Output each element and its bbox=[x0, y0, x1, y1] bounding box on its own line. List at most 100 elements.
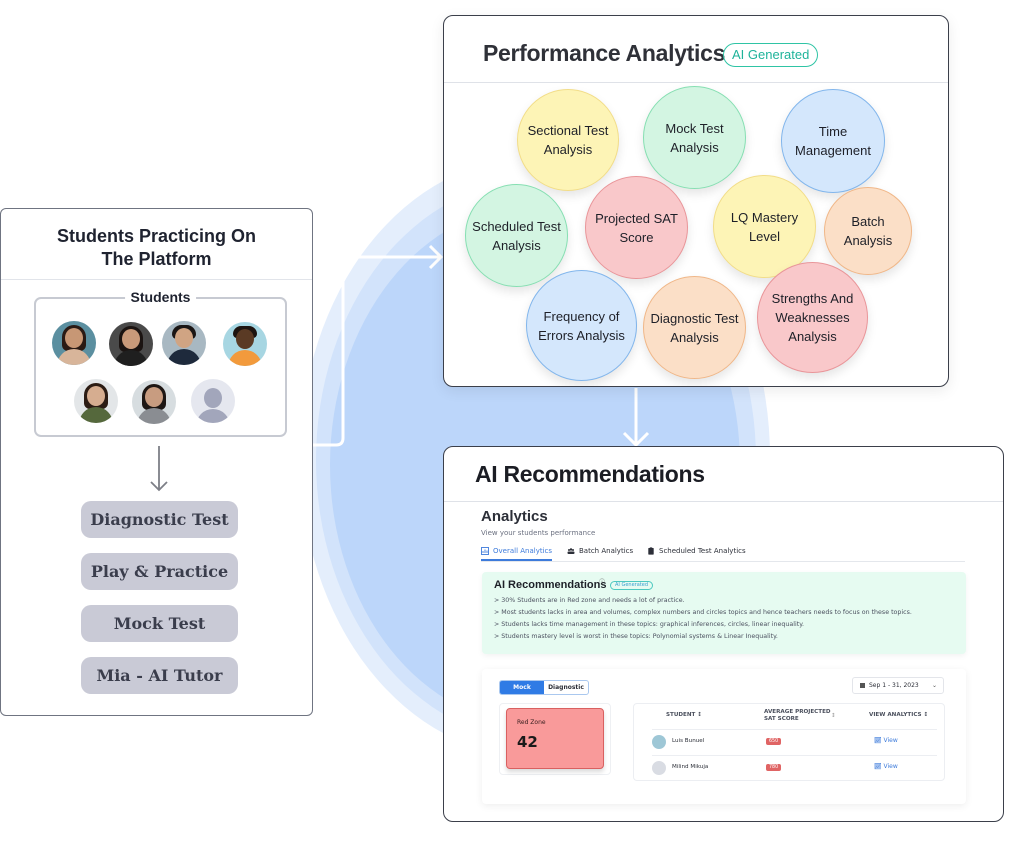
ai-recommendations-title: AI Recommendations bbox=[475, 461, 705, 487]
students-panel-title: Students Practicing On The Platform bbox=[1, 225, 312, 271]
tab-overall-analytics[interactable]: Overall Analytics bbox=[481, 547, 553, 561]
performance-analytics-title: Performance Analytics bbox=[483, 40, 726, 66]
ai-box-title: AI Recommendations bbox=[494, 579, 607, 591]
recommendation-line: > Most students lacks in area and volume… bbox=[494, 609, 912, 616]
divider bbox=[444, 82, 948, 83]
tab-label: Scheduled Test Analytics bbox=[659, 547, 746, 555]
table-row: Milind Mikuja 780 📈︎ View bbox=[652, 756, 937, 780]
bubble-mock-test-analysis[interactable]: Mock Test Analysis bbox=[643, 86, 746, 189]
bubble-label: Analysis bbox=[492, 237, 541, 253]
view-label: View bbox=[883, 763, 898, 770]
clipboard-icon bbox=[648, 547, 654, 555]
bubble-label: Analysis bbox=[843, 233, 893, 248]
column-header-view-analytics[interactable]: VIEW ANALYTICS ↕ bbox=[869, 712, 928, 719]
student-avatar-3[interactable] bbox=[162, 321, 206, 365]
ai-generated-badge: AI Generated bbox=[723, 43, 819, 67]
date-range-value: Sep 1 - 31, 2023 bbox=[869, 682, 919, 689]
chart-icon bbox=[481, 547, 489, 555]
bubble-projected-sat-score[interactable]: Projected SAT Score bbox=[585, 176, 688, 279]
bubble-diagnostic-test-analysis[interactable]: Diagnostic Test Analysis bbox=[643, 276, 746, 379]
chevron-down-icon: ⌄ bbox=[931, 682, 937, 689]
diagram-canvas: Students Practicing On The Platform Stud… bbox=[0, 0, 1024, 850]
bubble-frequency-of-errors-analysis[interactable]: Frequency of Errors Analysis bbox=[526, 270, 637, 381]
tab-batch-analytics[interactable]: Batch Analytics bbox=[567, 547, 633, 555]
zone-card-wrapper: Red Zone 42 bbox=[499, 703, 611, 775]
bubble-label: Analysis bbox=[670, 139, 719, 155]
performance-analytics-panel: Performance Analytics AI Generated Secti… bbox=[443, 15, 949, 387]
view-analytics-link[interactable]: 📈︎ View bbox=[874, 737, 898, 744]
title-line-1: Students Practicing On bbox=[56, 226, 257, 246]
column-header-student[interactable]: STUDENT ↕ bbox=[666, 712, 702, 719]
bubble-label: Analysis bbox=[788, 329, 837, 344]
ai-generated-badge-small: AI Generated bbox=[610, 581, 654, 590]
bubble-label: LQ Mastery bbox=[730, 209, 799, 225]
bubble-label: Score bbox=[619, 229, 654, 245]
avatar bbox=[652, 761, 666, 775]
bubble-sectional-test-analysis[interactable]: Sectional Test Analysis bbox=[517, 89, 619, 191]
score-badge: 650 bbox=[766, 738, 782, 745]
diagnostic-test-button[interactable]: Diagnostic Test bbox=[81, 501, 238, 538]
bubble-label: Errors Analysis bbox=[538, 327, 625, 343]
toggle-diagnostic[interactable]: Diagnostic bbox=[544, 681, 588, 694]
bubble-batch-analysis[interactable]: Batch Analysis bbox=[824, 187, 912, 275]
info-icon[interactable]: ⓘ bbox=[599, 577, 605, 586]
avatar bbox=[652, 735, 666, 749]
student-avatar-2[interactable] bbox=[109, 322, 153, 366]
bubble-time-management[interactable]: Time Management bbox=[781, 89, 885, 193]
students-table: STUDENT ↕ AVERAGE PROJECTED SAT SCORE ↕ … bbox=[633, 703, 945, 781]
recommendation-line: > Students mastery level is worst in the… bbox=[494, 633, 778, 640]
score-badge: 780 bbox=[766, 764, 782, 771]
column-header-avg-score[interactable]: AVERAGE PROJECTED SAT SCORE bbox=[764, 709, 831, 723]
bubble-label: Scheduled Test bbox=[472, 218, 561, 234]
bubble-label: Weaknesses bbox=[775, 310, 850, 325]
view-analytics-link[interactable]: 📈︎ View bbox=[874, 763, 898, 770]
bubble-scheduled-test-analysis[interactable]: Scheduled Test Analysis bbox=[465, 184, 568, 287]
student-avatar-default[interactable] bbox=[191, 379, 235, 423]
student-avatar-6[interactable] bbox=[132, 380, 176, 424]
mock-test-button[interactable]: Mock Test bbox=[81, 605, 238, 642]
students-group-label: Students bbox=[124, 289, 197, 305]
bubble-label: Strengths And bbox=[771, 291, 854, 306]
bubble-label: Analysis bbox=[543, 142, 593, 157]
toggle-mock[interactable]: Mock bbox=[500, 681, 544, 694]
student-avatar-5[interactable] bbox=[74, 379, 118, 423]
recommendation-line: > Students lacks time management in thes… bbox=[494, 621, 805, 628]
dashboard-card: Mock Diagnostic Sep 1 - 31, 2023 ⌄ Red Z… bbox=[482, 669, 966, 804]
student-avatar-4[interactable] bbox=[223, 322, 267, 366]
tab-scheduled-test-analytics[interactable]: Scheduled Test Analytics bbox=[647, 547, 746, 555]
bubble-label: Mock Test bbox=[665, 120, 724, 136]
students-group: Students bbox=[34, 289, 287, 437]
bubble-label: Projected SAT bbox=[595, 210, 678, 226]
title-line-2: The Platform bbox=[101, 249, 212, 269]
test-type-toggle: Mock Diagnostic bbox=[499, 680, 589, 695]
calendar-icon bbox=[860, 683, 865, 688]
analytics-subtitle: View your students performance bbox=[481, 529, 596, 537]
chart-line-icon: 📈︎ bbox=[874, 763, 884, 770]
header-text: AVERAGE PROJECTED bbox=[764, 709, 831, 715]
bubble-label: Frequency of bbox=[543, 308, 620, 324]
play-practice-button[interactable]: Play & Practice bbox=[81, 553, 238, 590]
student-name: Luis Bunuel bbox=[672, 738, 705, 744]
bubble-label: Analysis bbox=[670, 329, 719, 345]
header-text: SAT SCORE bbox=[764, 716, 799, 722]
tab-label: Overall Analytics bbox=[493, 547, 553, 555]
bubble-label: Sectional Test bbox=[527, 123, 609, 138]
student-name: Milind Mikuja bbox=[672, 764, 709, 770]
ai-recommendations-box: AI Recommendations ⓘ AI Generated > 30% … bbox=[482, 572, 966, 654]
bubble-label: Batch bbox=[851, 214, 885, 229]
analytics-heading: Analytics bbox=[481, 508, 548, 525]
bubble-label: Management bbox=[795, 143, 871, 158]
bubble-label: Level bbox=[748, 228, 781, 244]
analytics-tabs: Overall Analytics Batch Analytics Schedu… bbox=[481, 545, 965, 562]
tab-label: Batch Analytics bbox=[579, 547, 634, 555]
student-avatar-1[interactable] bbox=[52, 321, 96, 365]
table-row: Luis Bunuel 650 📈︎ View bbox=[652, 730, 937, 754]
bubble-label: Time bbox=[818, 124, 848, 139]
bubble-label: Diagnostic Test bbox=[650, 310, 739, 326]
bubble-strengths-weaknesses-analysis[interactable]: Strengths And Weaknesses Analysis bbox=[757, 262, 868, 373]
mia-ai-tutor-button[interactable]: Mia - AI Tutor bbox=[81, 657, 238, 694]
view-label: View bbox=[883, 737, 898, 744]
red-zone-card[interactable]: Red Zone 42 bbox=[506, 708, 604, 769]
date-range-picker[interactable]: Sep 1 - 31, 2023 ⌄ bbox=[852, 677, 944, 694]
sort-icon[interactable]: ↕ bbox=[831, 713, 836, 720]
